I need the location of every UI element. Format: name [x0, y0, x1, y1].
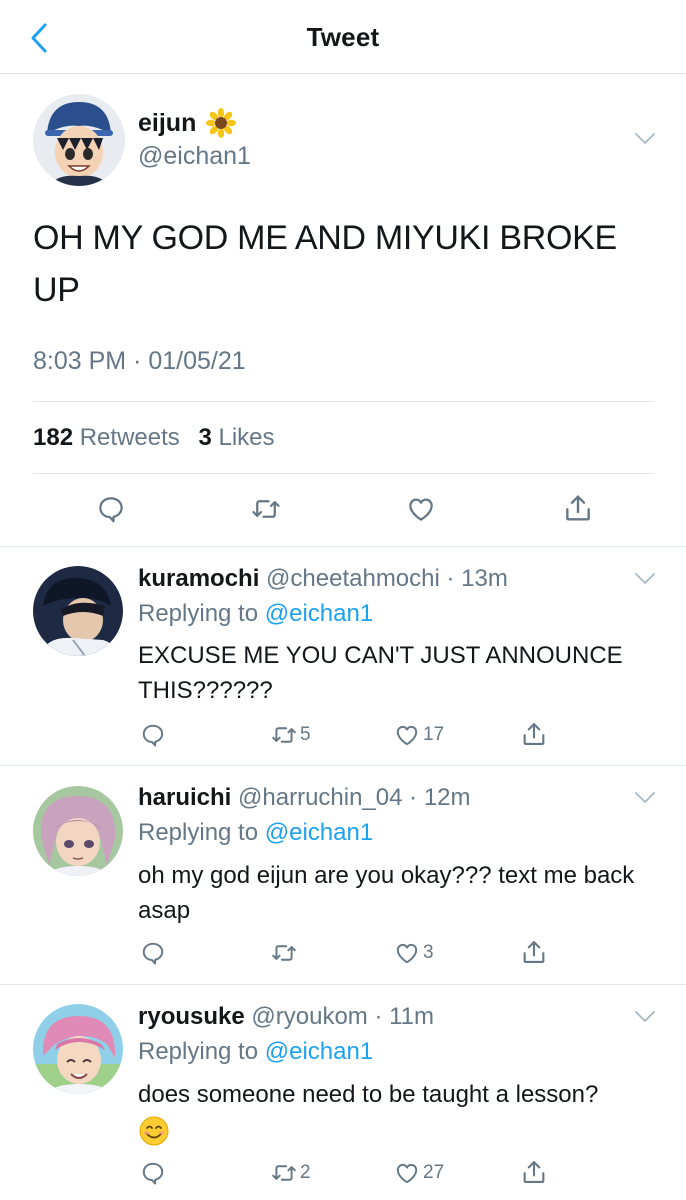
reply-author-name[interactable]: kuramochi: [138, 565, 259, 592]
divider: [0, 765, 686, 766]
share-icon: [562, 492, 594, 524]
reply-text: oh my god eijun are you okay??? text me …: [138, 862, 635, 924]
share-icon: [520, 720, 548, 748]
reply-button[interactable]: [96, 494, 126, 524]
like-count: 27: [423, 1162, 445, 1183]
avatar-image: [33, 566, 123, 656]
dot-separator: ·: [367, 1003, 390, 1030]
share-button[interactable]: [520, 1158, 548, 1186]
retweet-count: 5: [300, 724, 311, 745]
replying-to: Replying to @eichan1: [138, 819, 373, 847]
chevron-down-icon[interactable]: [634, 1010, 656, 1024]
replying-to: Replying to @eichan1: [138, 600, 373, 628]
avatar[interactable]: [33, 94, 125, 186]
reply-time: 12m: [423, 784, 471, 811]
sunflower-emoji-icon: [206, 108, 237, 138]
likes-count[interactable]: 3: [198, 424, 211, 451]
share-button[interactable]: [520, 720, 548, 748]
like-button[interactable]: 17: [393, 722, 444, 748]
reply-header: kuramochi @cheetahmochi · 13m: [138, 565, 508, 593]
tweet-timestamp: 8:03 PM · 01/05/21: [33, 347, 246, 375]
replying-to-link[interactable]: @eichan1: [265, 600, 373, 627]
replying-label: Replying to: [138, 1038, 259, 1065]
likes-label[interactable]: Likes: [218, 424, 274, 451]
reply-header: haruichi @harruchin_04 · 12m: [138, 784, 471, 812]
replying-to-link[interactable]: @eichan1: [265, 819, 373, 846]
reply-icon: [140, 722, 166, 748]
retweet-button[interactable]: 5: [270, 722, 311, 748]
reply-text: EXCUSE ME YOU CAN'T JUST ANNOUNCE THIS??…: [138, 642, 623, 704]
replying-to: Replying to @eichan1: [138, 1038, 373, 1066]
reply-button[interactable]: [140, 1160, 166, 1186]
reply-author-name[interactable]: ryousuke: [138, 1003, 245, 1030]
avatar-image: [33, 94, 125, 186]
reply-button[interactable]: [140, 722, 166, 748]
retweets-count[interactable]: 182: [33, 424, 73, 451]
like-icon: [393, 940, 421, 966]
reply-author-handle[interactable]: @ryoukom: [251, 1003, 367, 1030]
divider: [0, 984, 686, 985]
avatar-image: [33, 1004, 123, 1094]
share-button[interactable]: [562, 492, 594, 524]
top-nav-bar: Tweet: [0, 0, 686, 74]
like-button[interactable]: 27: [393, 1160, 444, 1186]
retweet-icon: [250, 494, 282, 524]
retweet-count: 2: [300, 1162, 311, 1183]
like-count: 17: [423, 724, 445, 745]
retweet-button[interactable]: [270, 940, 300, 966]
author-row: eijun: [138, 108, 237, 138]
like-button[interactable]: [405, 494, 437, 524]
chevron-down-icon[interactable]: [634, 572, 656, 586]
tweet-detail-screen: Tweet eijun @eichan1 OH MY GOD ME AND MI…: [0, 0, 686, 1200]
reply-time: 11m: [389, 1003, 435, 1030]
reply-time: 13m: [461, 565, 508, 592]
divider: [0, 546, 686, 547]
reply-header: ryousuke @ryoukom · 11m: [138, 1003, 434, 1031]
reply-button[interactable]: [140, 940, 166, 966]
like-button[interactable]: 3: [393, 940, 434, 966]
retweet-button[interactable]: 2: [270, 1160, 311, 1186]
reply-author-handle[interactable]: @cheetahmochi: [266, 565, 440, 592]
replying-to-link[interactable]: @eichan1: [265, 1038, 373, 1065]
share-button[interactable]: [520, 938, 548, 966]
dot-separator: ·: [439, 565, 462, 592]
reply-icon: [140, 940, 166, 966]
dot-separator: ·: [402, 784, 424, 811]
author-handle[interactable]: @eichan1: [138, 142, 251, 171]
reply-text-block: does someone need to be taught a lesson?: [138, 1077, 668, 1147]
author-name[interactable]: eijun: [138, 109, 196, 138]
share-icon: [520, 1158, 548, 1186]
like-icon: [393, 1160, 421, 1186]
tweet-stats: 182 Retweets 3 Likes: [33, 424, 275, 452]
chevron-down-icon[interactable]: [634, 132, 656, 146]
reply-author-handle[interactable]: @harruchin_04: [238, 784, 402, 811]
avatar-image: [33, 786, 123, 876]
reply-icon: [140, 1160, 166, 1186]
like-icon: [393, 722, 421, 748]
retweet-button[interactable]: [250, 494, 282, 524]
like-icon: [405, 494, 437, 524]
smiling-face-emoji-icon: [139, 1116, 169, 1146]
avatar[interactable]: [33, 786, 123, 876]
like-count: 3: [423, 942, 434, 963]
chevron-down-icon[interactable]: [634, 791, 656, 805]
retweets-label[interactable]: Retweets: [80, 424, 180, 451]
avatar[interactable]: [33, 566, 123, 656]
page-title: Tweet: [306, 22, 380, 52]
avatar[interactable]: [33, 1004, 123, 1094]
retweet-icon: [270, 1160, 298, 1186]
retweet-icon: [270, 722, 298, 748]
retweet-icon: [270, 940, 298, 966]
divider: [33, 473, 654, 474]
reply-text: does someone need to be taught a lesson?: [138, 1081, 599, 1108]
divider: [33, 401, 654, 402]
reply-author-name[interactable]: haruichi: [138, 784, 231, 811]
replying-label: Replying to: [138, 819, 259, 846]
tweet-text: OH MY GOD ME AND MIYUKI BROKE UP: [33, 219, 617, 309]
share-icon: [520, 938, 548, 966]
replying-label: Replying to: [138, 600, 259, 627]
reply-icon: [96, 494, 126, 524]
